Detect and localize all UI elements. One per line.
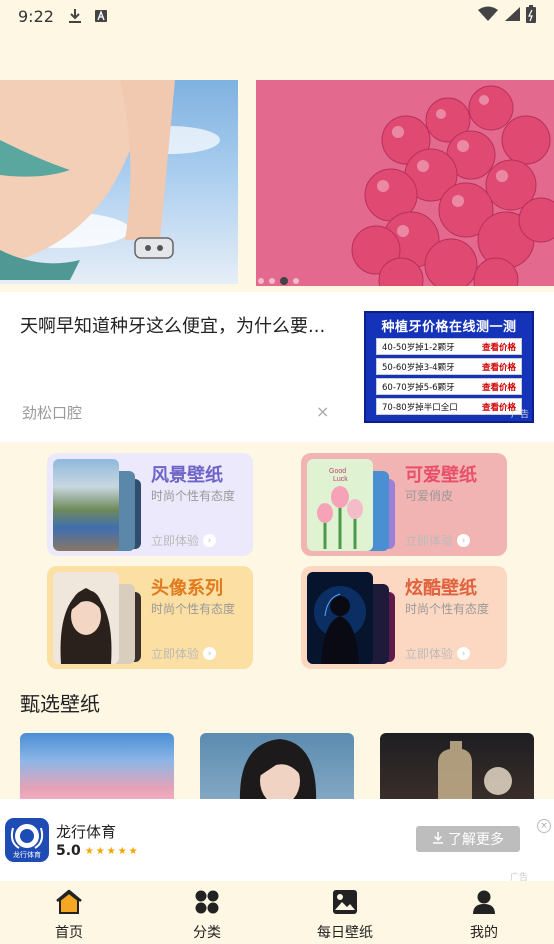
- nav-item-daily-wallpaper[interactable]: 每日壁纸: [305, 889, 385, 942]
- ad-image[interactable]: 种植牙价格在线测一测 40-50岁掉1-2颗牙 查看价格 50-60岁掉3-4颗…: [364, 311, 534, 423]
- section-title: 甄选壁纸: [20, 692, 100, 716]
- banner-slide-grapes[interactable]: [256, 80, 554, 286]
- banner-carousel[interactable]: [0, 80, 554, 286]
- nav-item-home[interactable]: 首页: [29, 889, 109, 942]
- ad-price-row[interactable]: 40-50岁掉1-2颗牙 查看价格: [376, 338, 522, 355]
- app-logo-icon[interactable]: 龙行体育: [5, 818, 49, 862]
- category-title: 头像系列: [151, 578, 223, 599]
- arrow-right-icon: ›: [457, 647, 471, 660]
- battery-icon: [526, 5, 536, 27]
- download-icon: [68, 8, 82, 24]
- category-cute[interactable]: Good Luck 可爱壁纸 可爱俏皮 立即体验 ›: [301, 453, 507, 556]
- banner-slide-anime[interactable]: [0, 80, 238, 284]
- category-thumbnails: [53, 459, 145, 551]
- carousel-dot[interactable]: [269, 278, 275, 284]
- carousel-indicator: [258, 277, 299, 285]
- arrow-right-icon: ›: [203, 534, 217, 547]
- signal-icon: [504, 6, 520, 26]
- category-title: 可爱壁纸: [405, 465, 477, 486]
- category-avatar[interactable]: 头像系列 时尚个性有态度 立即体验 ›: [47, 566, 253, 669]
- wallpaper-thumbnail[interactable]: [200, 733, 354, 803]
- ad-price-row[interactable]: 50-60岁掉3-4颗牙 查看价格: [376, 358, 522, 375]
- ad-source: 劲松口腔: [22, 404, 83, 422]
- category-thumbnails: [53, 572, 145, 664]
- app-rating: 5.0 ★★★★★: [56, 843, 140, 859]
- dental-ad-card[interactable]: 天啊早知道种牙这么便宜，为什么要... 劲松口腔 × 种植牙价格在线测一测 40…: [0, 292, 554, 442]
- category-try-button[interactable]: 立即体验 ›: [151, 645, 217, 662]
- wallpaper-thumbnail[interactable]: [20, 733, 174, 803]
- category-try-button[interactable]: 立即体验 ›: [405, 532, 471, 549]
- category-landscape[interactable]: 风景壁纸 时尚个性有态度 立即体验 ›: [47, 453, 253, 556]
- home-icon: [55, 889, 83, 919]
- status-time: 9:22: [18, 6, 54, 26]
- category-subtitle: 可爱俏皮: [405, 489, 454, 503]
- carousel-dot[interactable]: [258, 278, 264, 284]
- svg-text:Luck: Luck: [333, 476, 348, 483]
- app-icon-text: 龙行体育: [13, 851, 41, 859]
- category-try-button[interactable]: 立即体验 ›: [405, 645, 471, 662]
- ad-image-title: 种植牙价格在线测一测: [381, 320, 517, 335]
- ad-price-row[interactable]: 60-70岁掉5-6颗牙 查看价格: [376, 378, 522, 395]
- category-subtitle: 时尚个性有态度: [151, 602, 236, 616]
- category-title: 风景壁纸: [151, 465, 223, 486]
- learn-more-button[interactable]: 了解更多: [416, 826, 520, 852]
- category-title: 炫酷壁纸: [405, 578, 477, 599]
- bottom-navigation: 首页 分类 每日壁纸 我的: [0, 881, 554, 944]
- ad-title[interactable]: 天啊早知道种牙这么便宜，为什么要...: [20, 312, 340, 338]
- app-ad-banner[interactable]: 龙行体育 龙行体育 5.0 ★★★★★ 了解更多 × 广告: [0, 799, 554, 883]
- carousel-dot-active[interactable]: [280, 277, 288, 285]
- nav-label: 分类: [193, 925, 221, 941]
- category-thumbnails: Good Luck: [307, 459, 399, 551]
- arrow-right-icon: ›: [203, 647, 217, 660]
- wallpaper-thumbnail[interactable]: [380, 733, 534, 803]
- nav-label: 首页: [55, 925, 83, 941]
- category-cool[interactable]: 炫酷壁纸 时尚个性有态度 立即体验 ›: [301, 566, 507, 669]
- svg-text:Good: Good: [329, 468, 346, 475]
- download-icon: [432, 831, 444, 848]
- nav-label: 我的: [470, 925, 498, 941]
- arrow-right-icon: ›: [457, 534, 471, 547]
- font-icon: [94, 9, 108, 23]
- category-thumbnails: [307, 572, 399, 664]
- category-try-button[interactable]: 立即体验 ›: [151, 532, 217, 549]
- nav-item-profile[interactable]: 我的: [444, 889, 524, 942]
- image-icon: [332, 889, 358, 919]
- wifi-icon: [478, 6, 498, 26]
- category-icon: [194, 889, 220, 919]
- nav-label: 每日壁纸: [317, 925, 373, 941]
- ad-price-row[interactable]: 70-80岁掉半口全口 查看价格: [376, 398, 522, 415]
- nav-item-category[interactable]: 分类: [167, 889, 247, 942]
- profile-icon: [472, 889, 496, 919]
- star-rating-icon: ★★★★★: [84, 845, 140, 857]
- category-subtitle: 时尚个性有态度: [405, 602, 490, 616]
- app-name: 龙行体育: [56, 823, 117, 841]
- carousel-dot[interactable]: [293, 278, 299, 284]
- ad-close-icon[interactable]: ×: [537, 819, 551, 833]
- category-subtitle: 时尚个性有态度: [151, 489, 236, 503]
- ad-close-icon[interactable]: ×: [316, 402, 329, 421]
- ad-badge: 广告: [510, 410, 529, 420]
- status-bar: 9:22: [0, 0, 554, 32]
